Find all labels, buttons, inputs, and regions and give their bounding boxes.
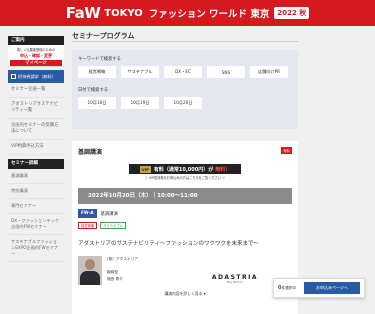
sidebar-item[interactable]: 特別講演 [8,184,64,199]
keyword-button[interactable]: DX・EC [164,66,202,78]
sidebar-item[interactable]: 専門セミナー [8,199,64,214]
category-tag: 経営戦略 [78,222,98,229]
speaker-org: (株）アダストリア [107,257,138,261]
keyword-label: キーワードで検索する [78,57,121,62]
speaker-photo [78,256,102,285]
page-title: セミナープログラム [72,30,298,42]
keyword-button[interactable]: 経営戦略 [78,66,116,78]
category-tag: サステナブル [100,222,126,229]
date-button[interactable]: 10月20日 [164,97,202,109]
speaker-role: 取締役 [107,270,119,274]
guide-heading: ご案内 [8,36,64,45]
lecture-card: 基調講演 有料 VIP 有料（通常10,000円）が 無料！ ＞ VIP招待券を… [72,141,298,314]
season-badge: 2022 秋 [274,7,310,19]
banner-line2: 申込・確認・変更 [20,53,52,58]
seminar-heading: セミナー詳細 [8,159,64,169]
main-content: セミナープログラム キーワードで検索する 経営戦略 サステナブル DX・EC S… [72,30,298,314]
speaker-block: (株）アダストリア 取締役 福田 泰介 [78,256,292,285]
keyword-button[interactable]: 店舗向けPR [250,66,288,78]
lecture-date: 2022年10月20日（木）｜10:00〜11:00 [78,188,292,204]
banner-line1: 新しく出展者登録のための [16,48,56,52]
vip-badge: VIP [139,165,151,173]
vip-subtext: ＞ VIP招待券をお申込みの方はこちらをご覧ください ＜ [144,176,226,180]
date-label: 日付で検索する [78,88,109,93]
selected-label: 件選択中 [281,286,297,290]
vip-price: 有料（通常10,000円）が [153,166,214,173]
logo-tokyo: TOKYO [104,7,143,19]
logo-jp: ファッション ワールド 東京 [148,9,270,20]
keyword-button[interactable]: SNS [207,66,245,78]
speaker-name: 福田 泰介 [107,277,123,281]
logo-fw[interactable]: FaW [66,4,101,22]
site-header: FaW TOKYO ファッション ワールド 東京 2022 秋 [0,0,375,26]
search-panel: キーワードで検索する 経営戦略 サステナブル DX・EC SNS 店舗向けPR … [72,50,298,129]
company-tagline: Play fashion! [226,281,243,284]
keyword-button[interactable]: サステナブル [121,66,159,78]
sidebar-item[interactable]: DX・ファッションテック企画内FWセミナー [8,214,64,235]
selection-count: 0件選択中 [278,285,298,291]
room-name: 基調講演 [100,211,118,217]
vip-free: 無料！ [215,166,231,173]
sidebar-item[interactable]: アダストリアサステナビリティ一覧 [8,98,64,119]
lecture-title: 基調講演 [78,149,103,156]
sidebar-item[interactable]: セミナー企画一覧 [8,83,64,98]
free-register-label: 招待券請求（無料） [18,73,56,79]
vip-banner[interactable]: VIP 有料（通常10,000円）が 無料！ ＞ VIP招待券をお申込みの方はこ… [129,164,241,180]
sidebar-item[interactable]: 企画内セミナーの受講方法について [8,119,64,140]
date-button[interactable]: 10月18日 [78,97,116,109]
company-name: ADASTRIA [211,274,258,281]
sidebar-item[interactable]: VIP特典申込方法 [8,140,64,155]
mypage-banner[interactable]: 新しく出展者登録のための 申込・確認・変更 マイページ [8,45,64,67]
banner-line3: マイページ [10,60,62,66]
company-logo: ADASTRIA Play fashion! [212,274,258,284]
apply-cta: 0件選択中 お申込みページへ [273,278,365,298]
sidebar-item[interactable]: 基調講演 [8,169,64,184]
talk-title: アダストリアのサステナビリティ〜ファッションのワクワクを未来まで〜 [78,241,260,247]
ticket-icon [11,74,16,79]
paid-badge: 有料 [281,147,292,154]
sidebar: ご案内 新しく出展者登録のための 申込・確認・変更 マイページ 招待券請求（無料… [8,36,64,262]
date-button[interactable]: 10月19日 [121,97,159,109]
apply-button[interactable]: お申込みページへ [304,282,360,294]
room-badge: FW-A [78,209,97,218]
free-register-button[interactable]: 招待券請求（無料） [8,70,64,83]
sidebar-item[interactable]: サステナブルファッションEXPO企画内FWセミナー [8,235,64,262]
show-more-link[interactable]: 講演内容を詳しく見る ▾ [78,291,292,297]
